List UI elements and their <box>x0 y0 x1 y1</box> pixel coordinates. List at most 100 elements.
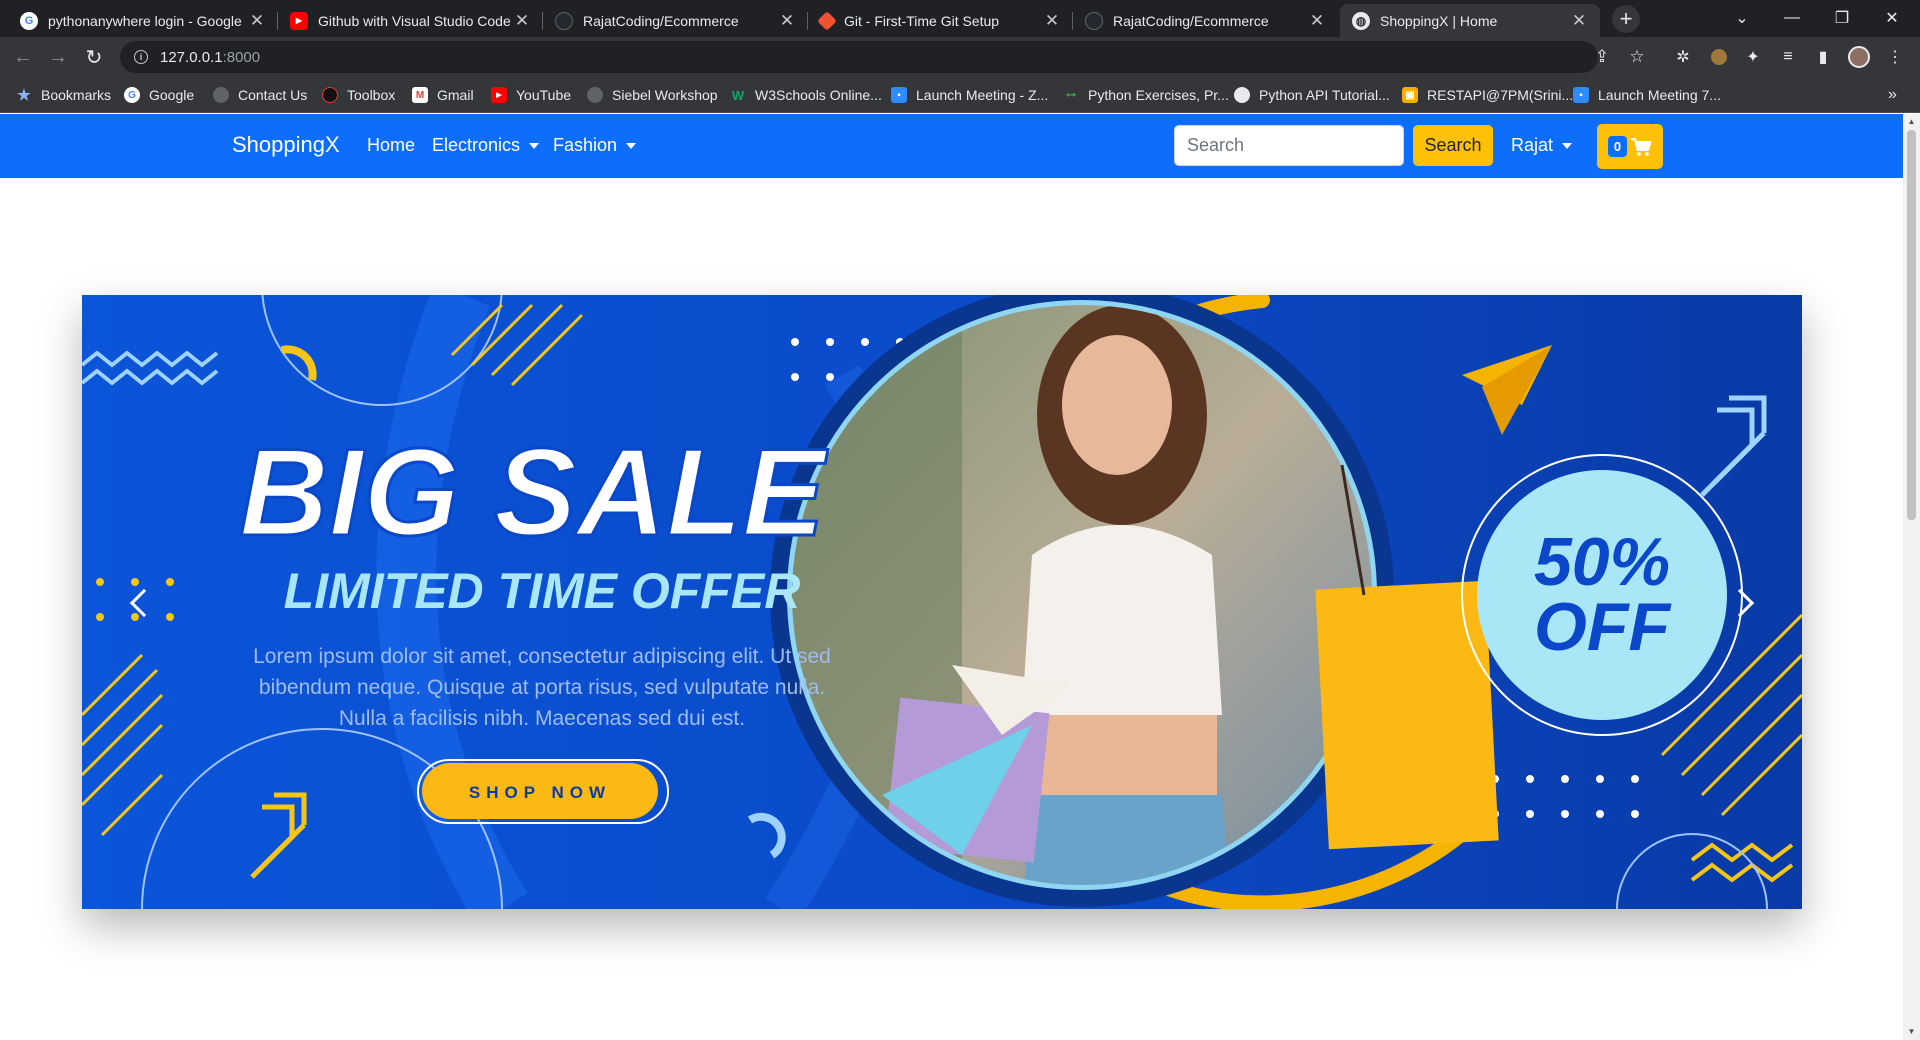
bookmark-label: RESTAPI@7PM(Srini... <box>1427 87 1574 103</box>
new-tab-button[interactable]: + <box>1612 5 1640 33</box>
scroll-up-icon[interactable]: ▲ <box>1907 117 1916 127</box>
caret-down-icon <box>529 142 540 149</box>
tab-search-icon[interactable]: ⌄ <box>1722 4 1762 32</box>
address-bar[interactable]: i 127.0.0.1:8000 <box>120 41 1598 73</box>
globe-icon: ◍ <box>1352 11 1370 30</box>
reload-icon[interactable]: ↻ <box>81 44 107 70</box>
forward-icon[interactable]: → <box>45 44 71 70</box>
carousel-prev-button[interactable] <box>122 580 159 626</box>
extension-avatar-icon[interactable] <box>1708 46 1730 68</box>
w3schools-icon: W <box>731 87 745 103</box>
browser-tab[interactable]: G pythonanywhere login - Google ✕ <box>8 4 278 37</box>
bookmark-item[interactable]: W W3Schools Online... <box>730 85 882 105</box>
bookmark-item[interactable]: M Gmail <box>412 85 474 105</box>
extension-icon[interactable]: ✲ <box>1672 46 1694 68</box>
browser-tab[interactable]: RajatCoding/Ecommerce ✕ <box>543 4 808 37</box>
chevron-left-icon <box>129 588 159 618</box>
close-tab-icon[interactable]: ✕ <box>1570 11 1588 31</box>
close-tab-icon[interactable]: ✕ <box>513 11 531 31</box>
back-icon[interactable]: ← <box>10 44 36 70</box>
bookmark-item[interactable]: ▶ YouTube <box>491 85 571 105</box>
tab-title: Git - First-Time Git Setup <box>844 12 1000 29</box>
discount-off: OFF <box>1534 589 1671 665</box>
carousel-next-button[interactable] <box>1725 580 1762 626</box>
site-info-icon[interactable]: i <box>134 50 148 64</box>
share-icon[interactable]: ⇪ <box>1591 46 1613 68</box>
minimize-icon[interactable]: — <box>1772 4 1812 32</box>
zoom-icon: ▪ <box>891 87 907 103</box>
close-window-icon[interactable]: ✕ <box>1872 4 1912 32</box>
bookmark-star-icon[interactable]: ☆ <box>1626 46 1648 68</box>
browser-toolbar: ← → ↻ i 127.0.0.1:8000 ⇪ ☆ ✲ ✦ ≡ ▮ ⋮ <box>0 37 1920 77</box>
page-scrollbar[interactable]: ▲ ▼ <box>1903 114 1920 1040</box>
user-dropdown[interactable]: Rajat <box>1511 135 1573 156</box>
tab-title: RajatCoding/Ecommerce <box>1113 12 1269 29</box>
bookmark-label: Google <box>149 87 195 103</box>
python-icon <box>1234 87 1250 103</box>
bookmark-item[interactable]: G Google <box>124 85 194 105</box>
bookmark-item[interactable]: ⊶ Python Exercises, Pr... <box>1063 85 1229 105</box>
bookmark-item[interactable]: Python API Tutorial... <box>1234 85 1390 105</box>
cart-button[interactable]: 0 <box>1597 124 1663 169</box>
classroom-icon: ▣ <box>1402 87 1418 103</box>
nav-home-label: Home <box>367 135 416 155</box>
profile-avatar[interactable] <box>1848 46 1870 68</box>
youtube-icon: ▶ <box>290 11 308 30</box>
bookmark-item[interactable]: ▪ Launch Meeting 7... <box>1573 85 1721 105</box>
scrollbar-thumb[interactable] <box>1907 130 1916 520</box>
browser-tab-active[interactable]: ◍ ShoppingX | Home ✕ <box>1340 4 1600 37</box>
cart-icon <box>1631 137 1652 156</box>
address-port: :8000 <box>222 48 261 66</box>
hero-carousel: 50% OFF BIG SALE LIMITED TIME OFFER Lore… <box>82 295 1802 909</box>
nav-electronics-dropdown[interactable]: Electronics <box>432 135 540 156</box>
brand-logo[interactable]: ShoppingX <box>232 132 340 158</box>
nav-fashion-label: Fashion <box>553 135 618 155</box>
bookmark-item[interactable]: ▪ Launch Meeting - Z... <box>891 85 1048 105</box>
bookmark-label: Launch Meeting - Z... <box>916 87 1049 103</box>
side-panel-icon[interactable]: ▮ <box>1812 46 1834 68</box>
search-button[interactable]: Search <box>1413 125 1493 166</box>
user-name: Rajat <box>1511 135 1554 155</box>
zoom-icon: ▪ <box>1573 87 1589 103</box>
more-bookmarks-icon[interactable]: » <box>1888 85 1897 105</box>
close-tab-icon[interactable]: ✕ <box>1043 11 1061 31</box>
nav-fashion-dropdown[interactable]: Fashion <box>553 135 637 156</box>
pynative-icon: ⊶ <box>1066 89 1076 101</box>
tab-title: RajatCoding/Ecommerce <box>583 12 739 29</box>
browser-tab[interactable]: ▶ Github with Visual Studio Code ( ✕ <box>278 4 543 37</box>
github-icon <box>555 11 573 30</box>
star-icon: ★ <box>17 87 31 104</box>
bookmark-label: Python API Tutorial... <box>1259 87 1390 103</box>
banner-headline: BIG SALE <box>239 424 828 562</box>
shop-now-button[interactable]: SHOP NOW <box>469 783 611 802</box>
scroll-down-icon[interactable]: ▼ <box>1907 1027 1916 1037</box>
menu-kebab-icon[interactable]: ⋮ <box>1884 46 1906 68</box>
close-tab-icon[interactable]: ✕ <box>1308 11 1326 31</box>
bookmark-item[interactable]: Toolbox <box>322 85 395 105</box>
bookmark-label: Gmail <box>437 87 474 103</box>
bookmark-item[interactable]: Contact Us <box>213 85 307 105</box>
search-input[interactable] <box>1174 125 1404 166</box>
tab-title: Github with Visual Studio Code ( <box>318 12 513 29</box>
browser-tab[interactable]: Git - First-Time Git Setup ✕ <box>808 4 1073 37</box>
google-icon: G <box>124 87 140 103</box>
bookmarks-bar: ★ Bookmarks G Google Contact Us Toolbox MG… <box>0 77 1920 113</box>
gmail-icon: M <box>412 87 428 103</box>
chevron-right-icon <box>1725 588 1755 618</box>
address-host: 127.0.0.1 <box>160 48 223 66</box>
globe-icon <box>213 87 229 103</box>
reading-list-icon[interactable]: ≡ <box>1777 46 1799 68</box>
extensions-puzzle-icon[interactable]: ✦ <box>1742 46 1764 68</box>
toolbox-icon <box>322 87 338 103</box>
caret-down-icon <box>626 142 637 149</box>
close-tab-icon[interactable]: ✕ <box>248 11 266 31</box>
bookmark-item[interactable]: ▣ RESTAPI@7PM(Srini... <box>1402 85 1573 105</box>
restore-icon[interactable]: ❐ <box>1822 4 1862 32</box>
browser-tab[interactable]: RajatCoding/Ecommerce ✕ <box>1073 4 1338 37</box>
close-tab-icon[interactable]: ✕ <box>778 11 796 31</box>
cart-count-badge: 0 <box>1607 136 1628 157</box>
bookmark-item[interactable]: ★ Bookmarks <box>16 85 111 105</box>
nav-home[interactable]: Home <box>367 135 415 156</box>
bookmark-label: Siebel Workshop <box>612 87 718 103</box>
bookmark-item[interactable]: Siebel Workshop <box>587 85 718 105</box>
